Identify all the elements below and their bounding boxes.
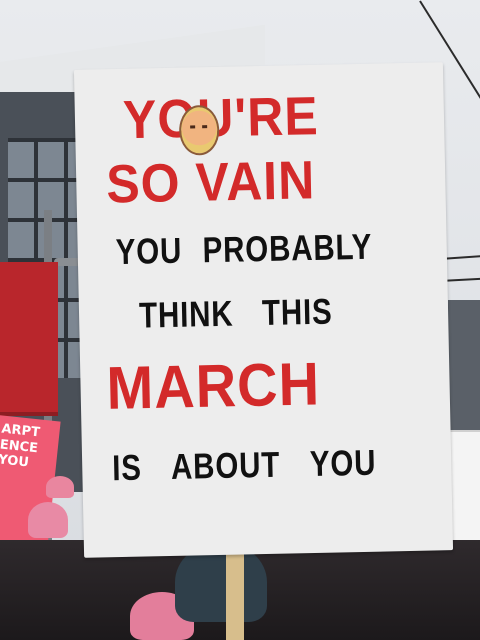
sign-line-so-vain: SO VAIN (105, 149, 316, 215)
sign-line-you-probably: YOU PROBABLY (115, 225, 373, 273)
photo-scene: ARPT ENCE YOU YOU'RE SO VAIN YOU PROBABL… (0, 0, 480, 640)
sign-line-march: MARCH (105, 349, 321, 422)
sign-line-is-about-you: IS ABOUT YOU (111, 441, 377, 489)
pink-hat (28, 502, 68, 538)
sign-line-youre: YOU'RE (122, 85, 320, 151)
protest-sign: YOU'RE SO VAIN YOU PROBABLY THINK THIS M… (73, 62, 454, 558)
red-banner (0, 262, 58, 416)
sign-line-think-this: THINK THIS (138, 290, 333, 336)
sign-stick (226, 545, 244, 640)
pink-hat (46, 476, 74, 498)
right-building (448, 300, 480, 440)
